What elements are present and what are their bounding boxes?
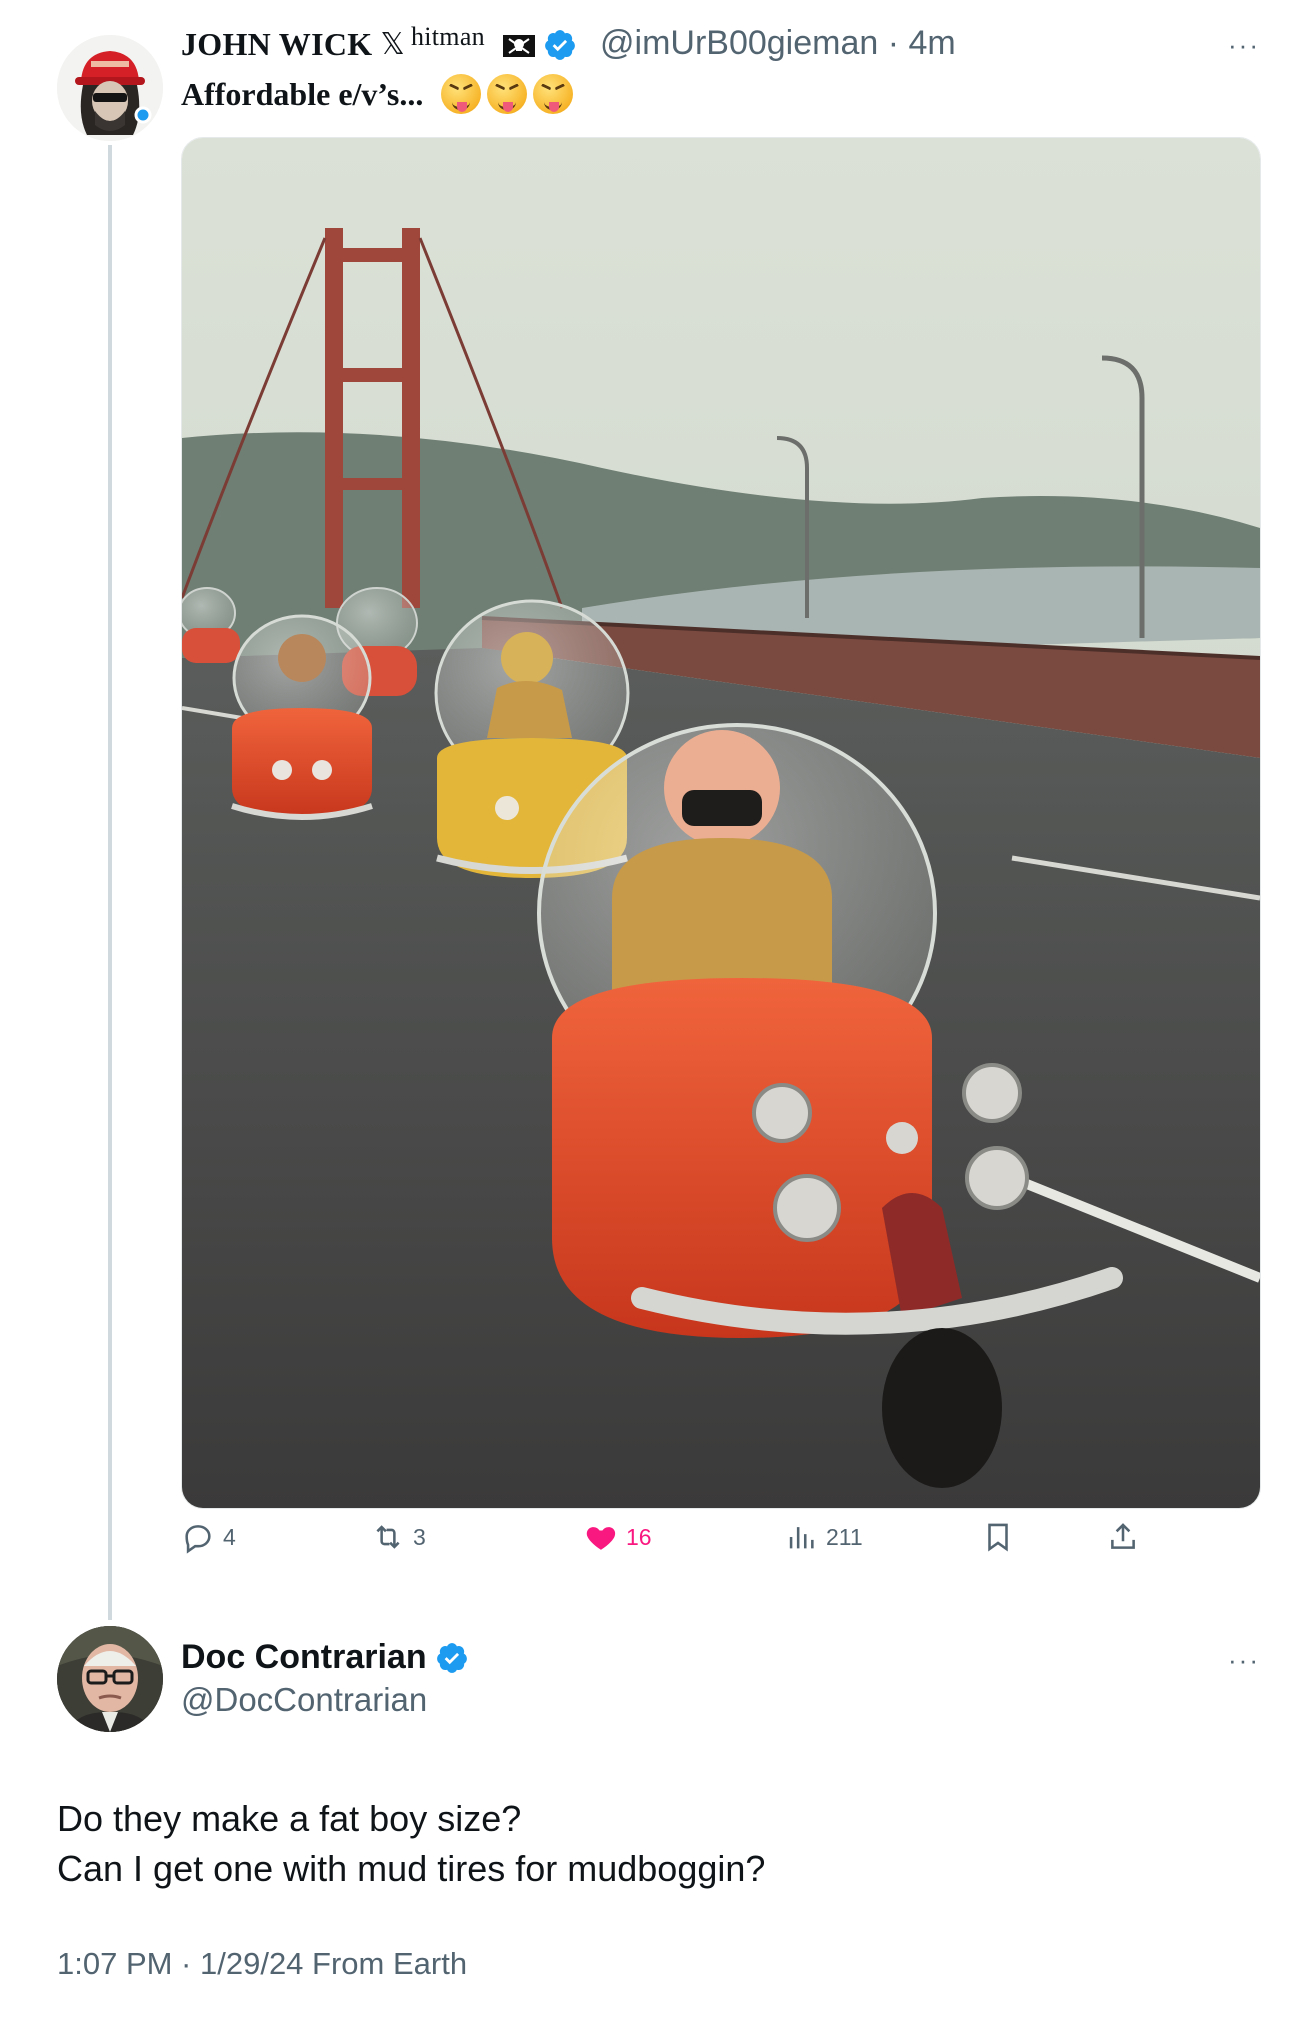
bookmark-icon — [988, 1523, 1008, 1552]
repost-button[interactable]: 3 — [371, 1520, 426, 1554]
squinting-face-with-tongue-icon — [487, 74, 528, 114]
squinting-face-with-tongue-icon — [441, 74, 482, 114]
share-button[interactable] — [1106, 1520, 1140, 1554]
repost-count: 3 — [413, 1523, 426, 1550]
author-handle[interactable]: @imUrB00gieman — [600, 24, 878, 62]
author-name-row[interactable]: JOHN WICK 𝕏hitman — [181, 22, 577, 63]
squinting-face-with-tongue-icon — [533, 74, 574, 114]
reply-text: Do they make a fat boy size? Can I get o… — [57, 1794, 765, 1894]
verified-badge-icon — [543, 28, 577, 62]
more-options-button[interactable]: ··· — [1228, 30, 1260, 61]
emoji-group — [441, 74, 574, 114]
author-display-name[interactable]: JOHN WICK — [181, 26, 372, 63]
pirate-flag-icon — [501, 32, 537, 58]
verified-badge-icon — [435, 1641, 469, 1675]
views-button[interactable]: 211 — [784, 1520, 863, 1554]
avatar-illustration — [57, 35, 163, 141]
avatar-illustration — [57, 1626, 163, 1732]
reply-author-display-name[interactable]: Doc Contrarian — [181, 1638, 427, 1677]
tweet-time[interactable]: · 4m — [888, 24, 956, 62]
heart-filled-icon — [586, 1527, 616, 1550]
author-handle-time[interactable]: @imUrB00gieman · 4m — [600, 24, 956, 63]
reply-author-avatar[interactable] — [57, 1626, 163, 1732]
tweet-text: Affordable e/v’s... — [181, 74, 574, 114]
media-illustration — [182, 138, 1260, 1508]
tweet-action-bar: 4 3 16 211 — [181, 1520, 1181, 1574]
reply-author-name-row[interactable]: Doc Contrarian — [181, 1638, 469, 1677]
thread-connector-line — [108, 145, 112, 1620]
like-button[interactable]: 16 — [584, 1520, 652, 1554]
author-name-suffix: hitman — [410, 21, 485, 51]
author-avatar[interactable] — [57, 35, 163, 141]
tweet-media-image[interactable] — [181, 137, 1261, 1509]
share-upload-icon — [1111, 1523, 1135, 1549]
reply-more-options-button[interactable]: ··· — [1228, 1645, 1260, 1676]
reply-author-handle[interactable]: @DocContrarian — [181, 1681, 427, 1719]
reply-icon — [185, 1525, 211, 1554]
reply-timestamp-source[interactable]: 1:07 PM · 1/29/24 From Earth — [57, 1946, 467, 1982]
analytics-bars-icon — [789, 1527, 814, 1549]
x-logo-glyph: 𝕏 — [380, 27, 405, 62]
reply-button[interactable]: 4 — [181, 1520, 236, 1554]
reply-text-line: Do they make a fat boy size? — [57, 1798, 522, 1839]
repost-icon — [376, 1525, 400, 1549]
views-count: 211 — [826, 1523, 863, 1550]
tweet-text-content: Affordable e/v’s... — [181, 75, 424, 112]
reply-text-line: Can I get one with mud tires for mudbogg… — [57, 1848, 766, 1889]
like-count: 16 — [626, 1523, 652, 1550]
bookmark-button[interactable] — [981, 1520, 1015, 1554]
reply-count: 4 — [223, 1523, 236, 1550]
